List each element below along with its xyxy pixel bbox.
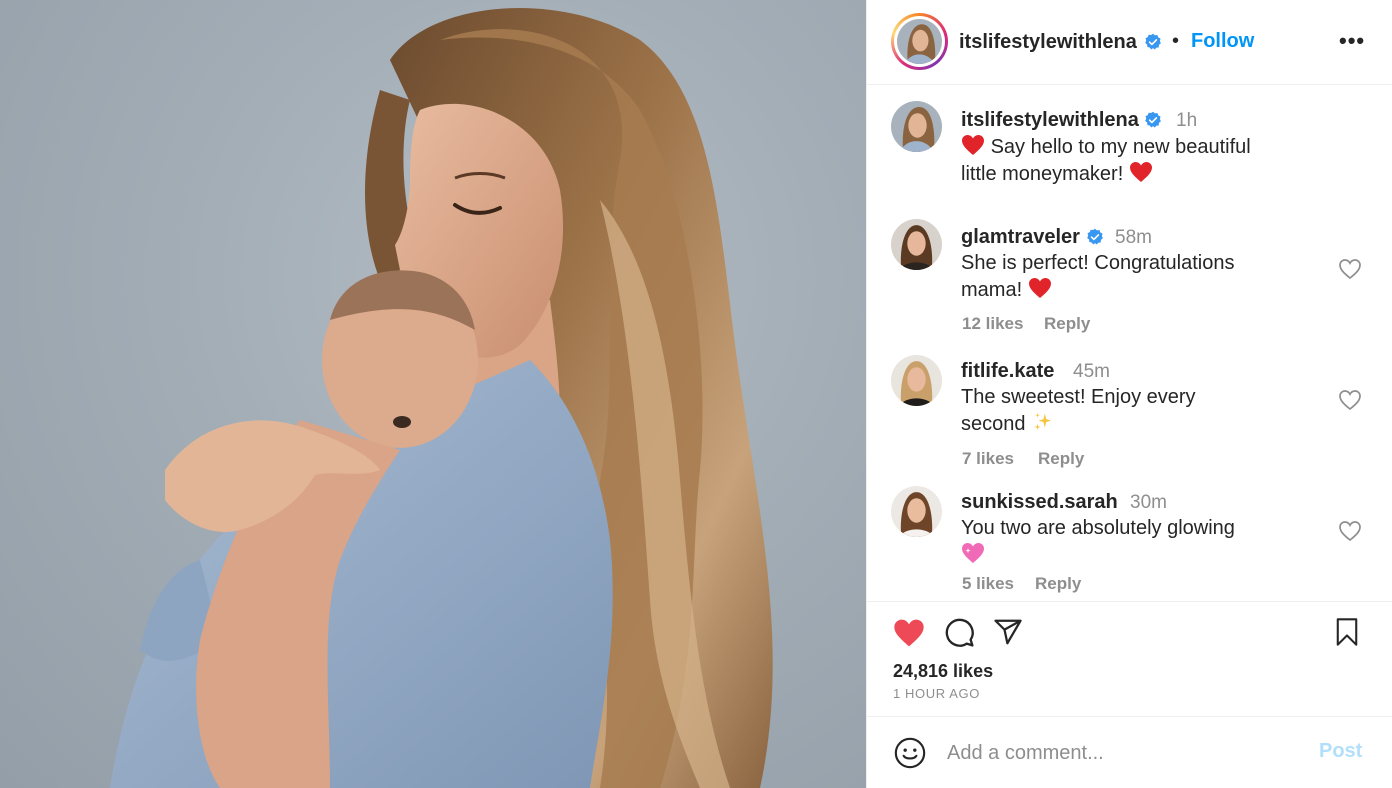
heart-icon[interactable]	[1338, 389, 1362, 411]
caption-text: Say hello to my new beautiful little mon…	[961, 135, 1251, 185]
comment-timestamp: 45m	[1073, 361, 1110, 382]
share-icon[interactable]	[993, 617, 1023, 647]
separator: •	[1172, 30, 1180, 52]
comment-timestamp: 30m	[1130, 492, 1167, 513]
avatar	[897, 19, 942, 64]
comment-avatar[interactable]	[891, 486, 942, 537]
comment-composer: Post	[867, 716, 1392, 788]
more-icon[interactable]: •••	[1339, 28, 1365, 54]
comment-username[interactable]: glamtraveler	[961, 226, 1080, 249]
follow-button[interactable]: Follow	[1191, 30, 1254, 53]
comment-text: You two are absolutely glowing	[961, 515, 1291, 569]
comment-icon[interactable]	[944, 617, 975, 648]
like-count[interactable]: 24,816 likes	[893, 661, 993, 682]
sparkling-heart-emoji-icon	[962, 543, 984, 563]
comment-likes[interactable]: 7 likes	[962, 449, 1014, 469]
sparkles-emoji-icon	[1034, 412, 1052, 431]
bookmark-icon[interactable]	[1333, 617, 1361, 647]
post-sidebar: itslifestylewithlena • Follow ••• itslif…	[866, 0, 1392, 788]
author-username[interactable]: itslifestylewithlena	[959, 31, 1137, 54]
post-actions: 24,816 likes 1 HOUR AGO	[867, 601, 1392, 716]
red-heart-emoji-icon	[1129, 162, 1152, 182]
caption-avatar[interactable]	[891, 101, 942, 152]
comment-avatar[interactable]	[891, 219, 942, 270]
caption-timestamp: 1h	[1176, 110, 1198, 131]
red-heart-emoji-icon	[962, 135, 984, 155]
red-heart-emoji-icon	[1028, 278, 1051, 298]
emoji-icon[interactable]	[893, 736, 927, 770]
reply-button[interactable]: Reply	[1035, 574, 1081, 594]
comment-text: She is perfect! Congratulations mama!	[961, 252, 1235, 301]
reply-button[interactable]: Reply	[1038, 449, 1084, 469]
reply-button[interactable]: Reply	[1044, 314, 1090, 334]
verified-badge-icon	[1145, 111, 1161, 128]
post-timestamp: 1 HOUR AGO	[893, 686, 980, 701]
comment-timestamp: 58m	[1115, 227, 1152, 248]
comment-username[interactable]: fitlife.kate	[961, 360, 1054, 383]
mother-and-baby-photo	[110, 8, 773, 788]
caption-username[interactable]: itslifestylewithlena	[961, 109, 1139, 132]
comment-likes[interactable]: 5 likes	[962, 574, 1014, 594]
post-button[interactable]: Post	[1319, 740, 1362, 763]
post-image[interactable]	[0, 0, 866, 788]
comment-username[interactable]: sunkissed.sarah	[961, 491, 1118, 514]
comment-likes[interactable]: 12 likes	[962, 314, 1023, 334]
comment-text: The sweetest! Enjoy every second	[961, 386, 1196, 435]
verified-badge-icon	[1087, 228, 1103, 245]
comment-input[interactable]	[947, 739, 1287, 767]
comment-avatar[interactable]	[891, 355, 942, 406]
heart-icon[interactable]	[1338, 258, 1362, 280]
post-header: itslifestylewithlena • Follow •••	[867, 0, 1392, 85]
verified-badge-icon	[1145, 33, 1161, 50]
heart-icon[interactable]	[893, 618, 925, 648]
heart-icon[interactable]	[1338, 520, 1362, 542]
story-ring-avatar[interactable]	[891, 13, 948, 70]
